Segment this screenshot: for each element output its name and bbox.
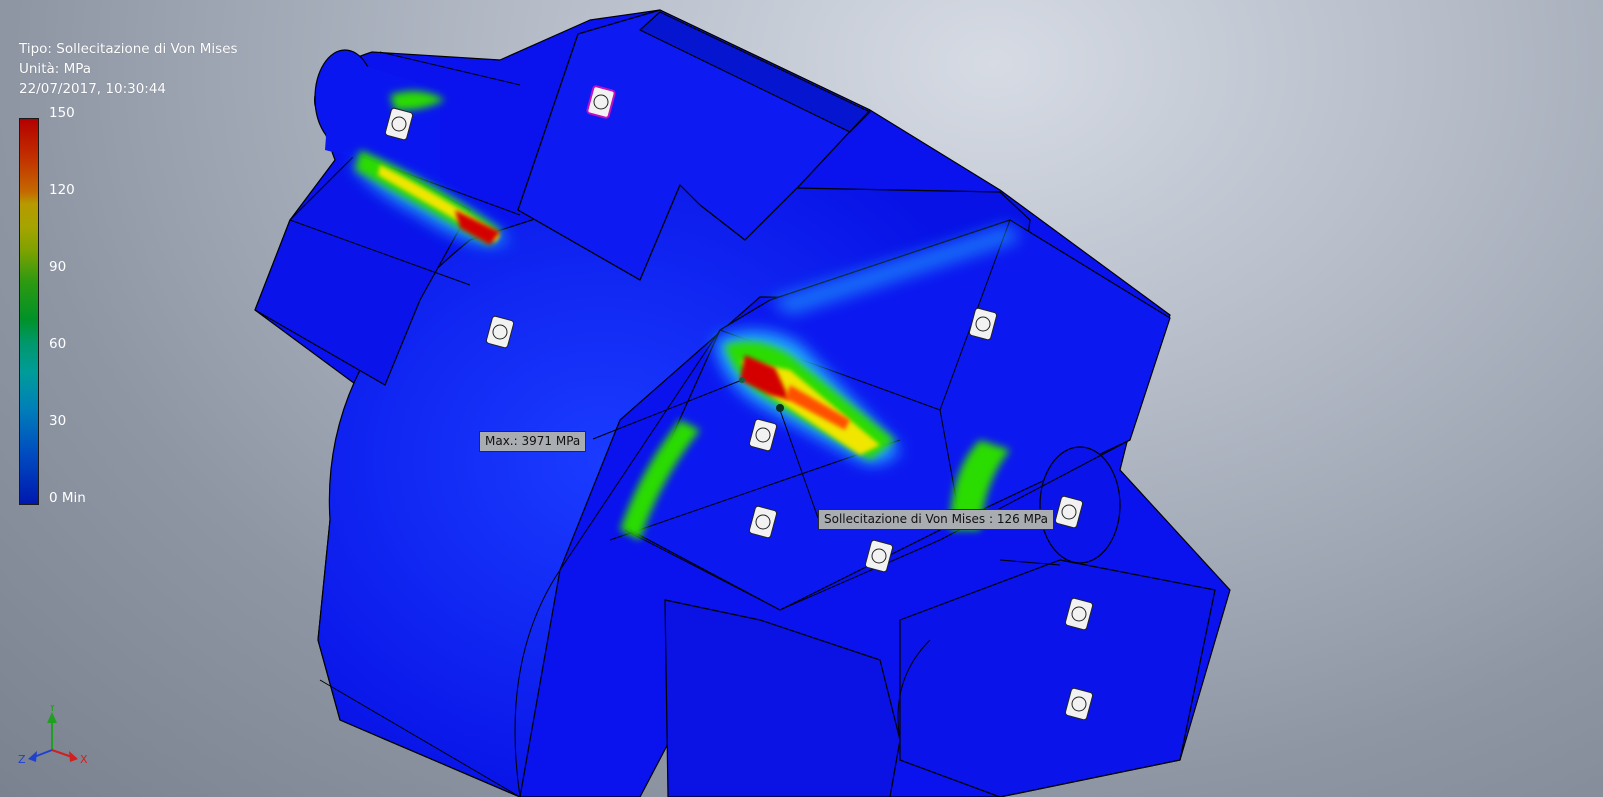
max-point-marker bbox=[739, 377, 745, 383]
probe-value-label[interactable]: Sollecitazione di Von Mises : 126 MPa bbox=[818, 509, 1054, 530]
legend-timestamp: 22/07/2017, 10:30:44 bbox=[19, 81, 167, 97]
x-axis-label: X bbox=[80, 753, 88, 766]
legend-unit: Unità: MPa bbox=[19, 61, 92, 77]
max-value-label[interactable]: Max.: 3971 MPa bbox=[479, 431, 587, 452]
legend-tick: 0 Min bbox=[49, 490, 86, 506]
legend-tick: 30 bbox=[49, 413, 67, 429]
z-axis-label: Z bbox=[18, 753, 26, 766]
y-axis-label: Y bbox=[48, 705, 56, 714]
color-scale-bar bbox=[19, 118, 39, 505]
legend-tick: 60 bbox=[49, 336, 67, 352]
graphics-viewport[interactable]: Tipo: Sollecitazione di Von Mises Unità:… bbox=[0, 0, 1603, 797]
legend-tick: 90 bbox=[49, 259, 67, 275]
legend-tick: 150 bbox=[49, 105, 75, 121]
probe-point-marker bbox=[776, 404, 784, 412]
view-triad[interactable]: Y X Z bbox=[14, 705, 94, 770]
stress-analysis-model[interactable] bbox=[0, 0, 1603, 797]
legend-type: Tipo: Sollecitazione di Von Mises bbox=[19, 41, 238, 57]
legend-tick: 120 bbox=[49, 182, 75, 198]
